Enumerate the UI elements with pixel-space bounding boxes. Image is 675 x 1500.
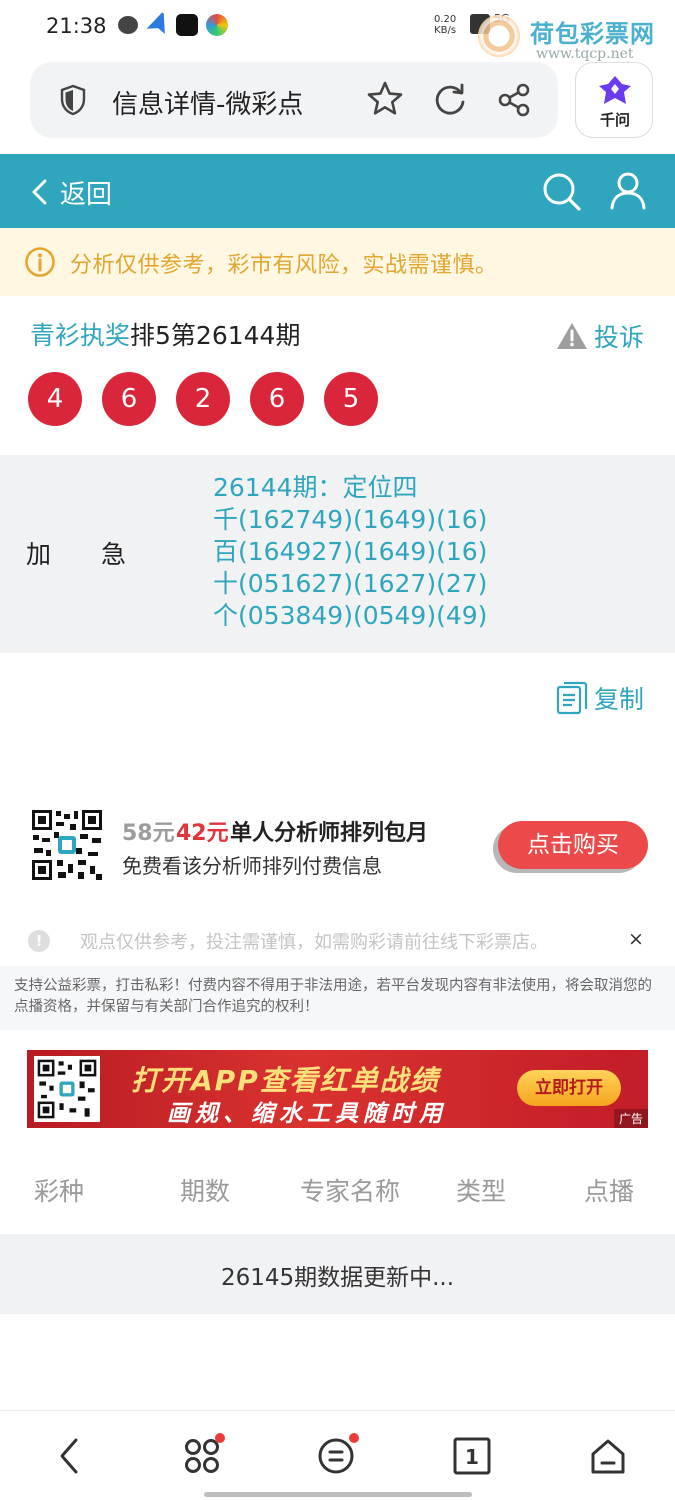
- analysis-line: 百(164927)(1649)(16): [213, 537, 488, 566]
- search-icon[interactable]: [540, 170, 582, 212]
- promo-subtitle: 免费看该分析师排列付费信息: [122, 854, 382, 878]
- page-title[interactable]: 信息详情-微彩点: [112, 84, 303, 121]
- home-icon[interactable]: [588, 1436, 628, 1476]
- share-icon[interactable]: [496, 82, 532, 118]
- copy-button[interactable]: 复制: [556, 680, 644, 716]
- qr-code-icon: [36, 1058, 98, 1120]
- column-header: 期数: [180, 1177, 231, 1206]
- menu-notification-dot: [349, 1433, 359, 1443]
- shield-icon[interactable]: [60, 84, 86, 116]
- tip-info-icon: !: [28, 930, 50, 952]
- price-original: 58元: [122, 821, 175, 846]
- number-ball: 4: [28, 372, 82, 426]
- chat-app-icon: [118, 16, 138, 34]
- analysis-content[interactable]: 26144期：定位四 千(162749)(1649)(16) 百(164927)…: [213, 472, 487, 632]
- telegram-icon: [143, 11, 171, 39]
- user-icon[interactable]: [608, 170, 648, 210]
- column-header: 专家名称: [300, 1177, 401, 1206]
- ad-title: 打开APP查看红单战绩: [131, 1064, 440, 1097]
- tip-text: 观点仅供参考，投注需谨慎，如需购彩请前往线下彩票店。: [80, 932, 548, 953]
- table-body: 26145期数据更新中...: [0, 1234, 675, 1314]
- disclaimer-text: 支持公益彩票，打击私彩！付费内容不得用于非法用途，若平台发现内容有非法使用，将会…: [0, 966, 675, 1030]
- copy-icon: [556, 681, 588, 715]
- back-button[interactable]: 返回: [60, 174, 112, 211]
- draw-numbers: 4 6 2 6 5: [28, 372, 378, 426]
- gesture-bar: [204, 1492, 472, 1497]
- status-time: 21:38: [46, 14, 107, 38]
- notice-text: 分析仅供参考，彩市有风险，实战需谨慎。: [70, 253, 498, 278]
- number-ball: 6: [102, 372, 156, 426]
- svg-text:1: 1: [465, 1445, 479, 1469]
- number-ball: 6: [250, 372, 304, 426]
- analyst-link[interactable]: 青衫执奖: [30, 321, 130, 350]
- column-header: 类型: [456, 1177, 507, 1206]
- notification-icons: [118, 14, 228, 36]
- status-bar: 21:38 0.20 KB/s 5G 荷包彩票网 www.tqcp.net: [0, 0, 675, 62]
- number-ball: 2: [176, 372, 230, 426]
- back-chevron-icon[interactable]: [30, 178, 48, 206]
- analysis-line: 十(051627)(1627)(27): [213, 569, 488, 598]
- qianwen-label: 千问: [599, 111, 630, 129]
- complaint-label: 投诉: [594, 323, 645, 352]
- reload-icon[interactable]: [432, 82, 468, 118]
- browser-app-icon: [206, 14, 228, 36]
- open-app-button[interactable]: 立即打开: [517, 1070, 621, 1106]
- complaint-button[interactable]: 投诉: [556, 318, 644, 354]
- tiktok-icon: [176, 14, 198, 36]
- table-header: 彩种 期数 专家名称 类型 点播: [0, 1172, 675, 1212]
- watermark-url: www.tqcp.net: [536, 46, 634, 62]
- watermark-logo: [472, 14, 526, 58]
- qianwen-assistant-button[interactable]: 千问: [575, 62, 653, 138]
- qr-code-icon: [30, 808, 104, 882]
- analysis-line: 千(162749)(1649)(16): [213, 505, 488, 534]
- draw-heading: 青衫执奖排5第26144期: [30, 316, 300, 352]
- star-icon[interactable]: [366, 80, 404, 118]
- column-header: 点播: [584, 1177, 635, 1206]
- ad-tag: 广告: [613, 1109, 648, 1128]
- buy-button[interactable]: 点击购买: [498, 821, 648, 869]
- column-header: 彩种: [34, 1177, 85, 1206]
- tip-row: ! 观点仅供参考，投注需谨慎，如需购彩请前往线下彩票店。 ×: [28, 928, 648, 954]
- analysis-label: 加 急: [26, 540, 127, 569]
- analysis-line: 26144期：定位四: [213, 473, 418, 502]
- close-icon[interactable]: ×: [628, 928, 644, 950]
- analysis-line: 个(053849)(0549)(49): [213, 601, 488, 630]
- ad-subtitle: 画规、缩水工具随时用: [167, 1101, 447, 1127]
- app-ad-banner[interactable]: 打开APP查看红单战绩 画规、缩水工具随时用 立即打开 广告: [27, 1050, 648, 1128]
- qianwen-logo-icon: [599, 76, 631, 104]
- promo-title: 单人分析师排列包月: [230, 821, 429, 846]
- warning-icon: [557, 323, 587, 349]
- price-discount: 42元: [176, 821, 229, 846]
- copy-label: 复制: [594, 685, 645, 714]
- network-speed: 0.20 KB/s: [434, 14, 457, 36]
- back-nav-icon[interactable]: [52, 1436, 92, 1476]
- table-status: 26145期数据更新中...: [220, 1265, 455, 1291]
- draw-issue: 排5第26144期: [130, 321, 301, 350]
- tabs-icon[interactable]: 1: [452, 1436, 492, 1476]
- watermark-text: 荷包彩票网: [530, 20, 655, 48]
- number-ball: 5: [324, 372, 378, 426]
- info-icon: [25, 247, 55, 277]
- apps-notification-dot: [215, 1433, 225, 1443]
